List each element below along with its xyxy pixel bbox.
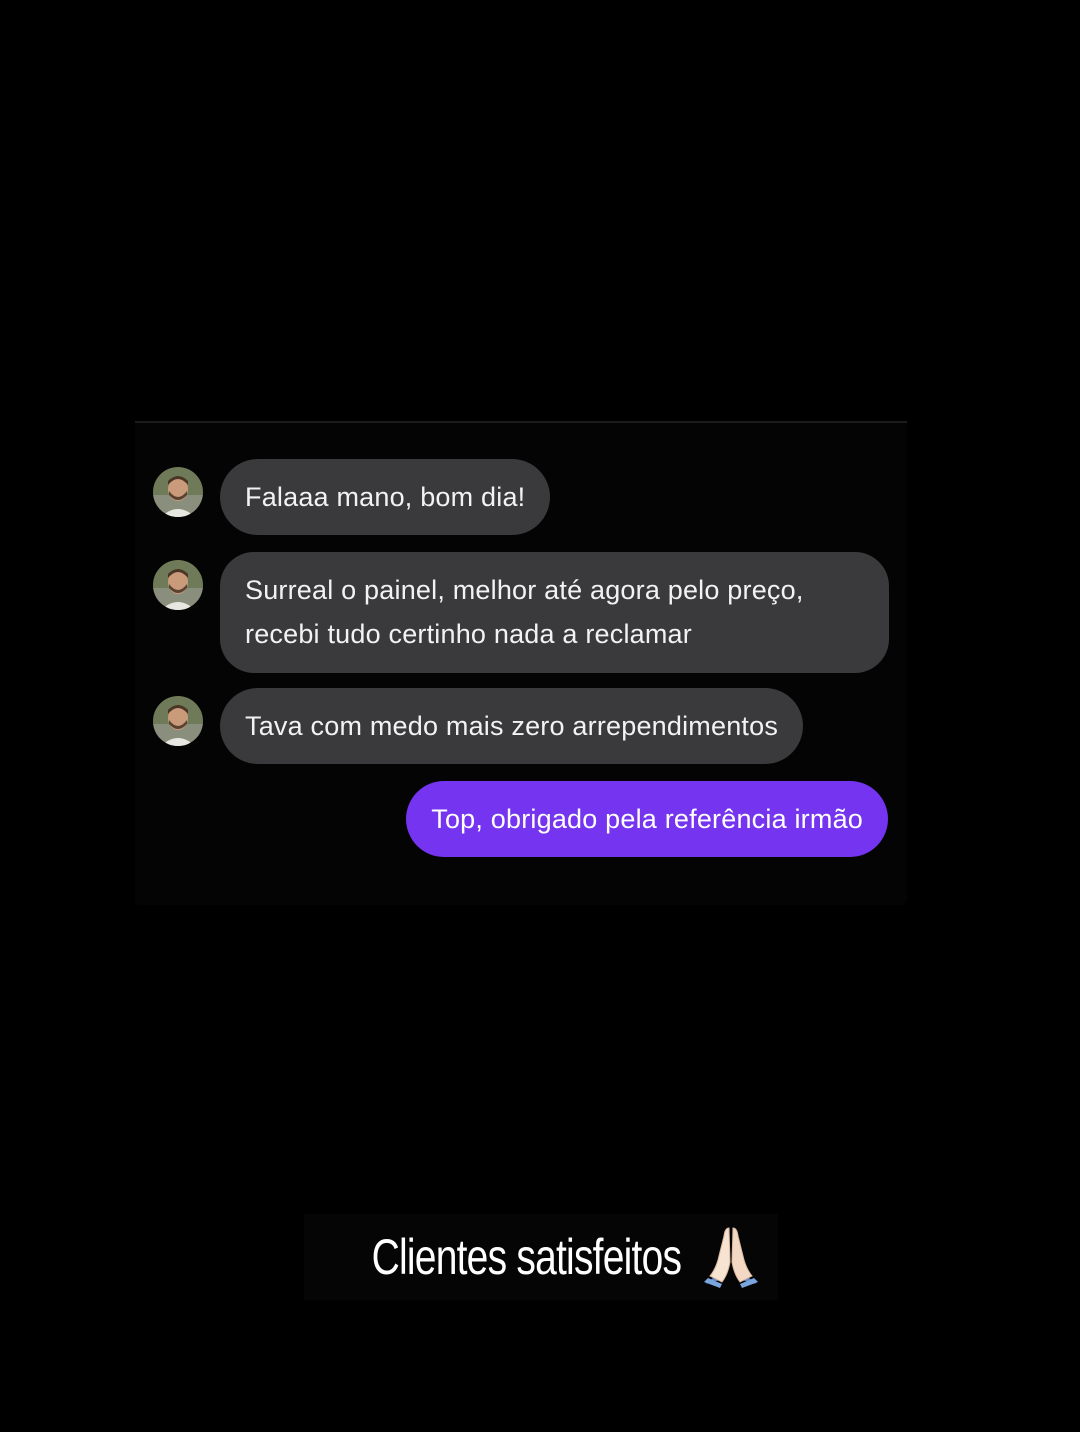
outgoing-message-bubble[interactable]: Top, obrigado pela referência irmão	[406, 781, 888, 857]
message-text: Falaaa mano, bom dia!	[245, 482, 526, 512]
message-text: Tava com medo mais zero arrependimentos	[245, 711, 779, 741]
message-row-1: Falaaa mano, bom dia!	[153, 459, 551, 535]
caption-text: Clientes satisfeitos	[371, 1229, 681, 1285]
avatar[interactable]	[153, 696, 203, 746]
chat-panel: Falaaa mano, bom dia! Surreal o painel, …	[135, 421, 907, 905]
avatar[interactable]	[153, 467, 203, 517]
incoming-message-bubble[interactable]: Falaaa mano, bom dia!	[220, 459, 551, 535]
story-caption: Clientes satisfeitos	[304, 1214, 778, 1300]
avatar[interactable]	[153, 560, 203, 610]
message-row-3: Tava com medo mais zero arrependimentos	[153, 688, 804, 764]
incoming-message-bubble[interactable]: Tava com medo mais zero arrependimentos	[220, 688, 804, 764]
message-text-line: recebi tudo certinho nada a reclamar	[245, 619, 692, 649]
message-text-line: Surreal o painel, melhor até agora pelo …	[245, 575, 804, 605]
folded-hands-icon	[704, 1227, 758, 1288]
incoming-message-bubble[interactable]: Surreal o painel, melhor até agora pelo …	[220, 552, 889, 673]
message-row-2: Surreal o painel, melhor até agora pelo …	[153, 552, 889, 673]
message-text: Top, obrigado pela referência irmão	[431, 804, 863, 834]
